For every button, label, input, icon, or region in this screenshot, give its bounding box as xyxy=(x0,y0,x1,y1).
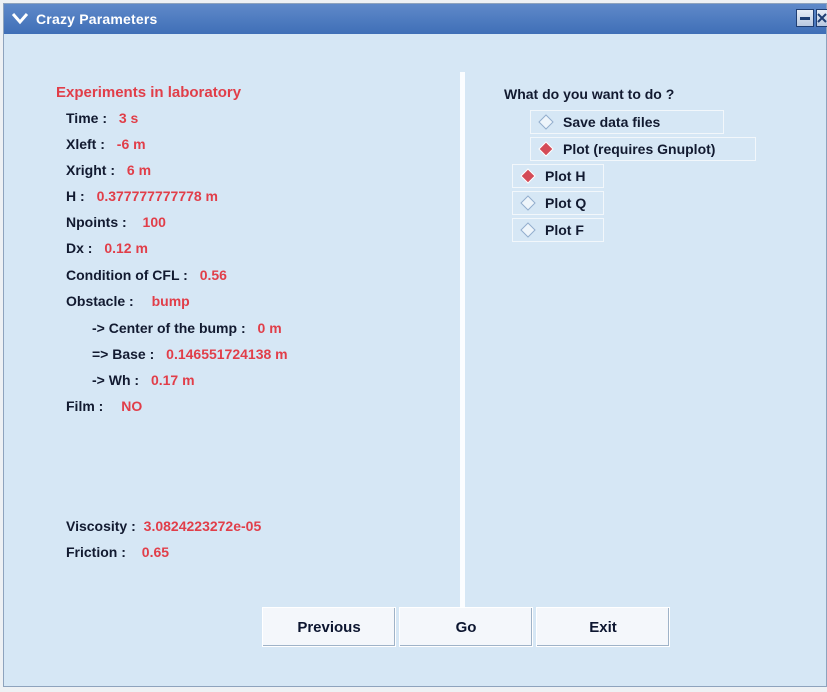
window-title: Crazy Parameters xyxy=(36,11,158,27)
cfl-label: Condition of CFL : xyxy=(66,267,188,283)
bump-center-value: 0 m xyxy=(257,320,282,336)
h-row: H : 0.377777777778 m xyxy=(66,188,218,204)
time-label: Time : xyxy=(66,110,107,126)
xleft-value: -6 m xyxy=(116,136,146,152)
previous-button[interactable]: Previous xyxy=(262,607,396,647)
npoints-row: Npoints : 100 xyxy=(66,214,166,230)
viscosity-row: Viscosity : 3.0824223272e-05 xyxy=(66,518,261,534)
crazy-parameters-window: Crazy Parameters Experiments in laborato… xyxy=(3,3,827,687)
plot-option[interactable]: Plot (requires Gnuplot) xyxy=(530,137,756,161)
h-label: H : xyxy=(66,188,85,204)
viscosity-value: 3.0824223272e-05 xyxy=(143,518,262,534)
xright-label: Xright : xyxy=(66,162,115,178)
wh-row: -> Wh : 0.17 m xyxy=(92,372,195,388)
dx-row: Dx : 0.12 m xyxy=(66,240,148,256)
radio-unselected-icon xyxy=(519,194,537,212)
plot-q-option[interactable]: Plot Q xyxy=(512,191,604,215)
plot-q-label: Plot Q xyxy=(545,195,587,211)
radio-unselected-icon xyxy=(537,113,555,131)
cfl-row: Condition of CFL : 0.56 xyxy=(66,267,227,283)
dx-value: 0.12 m xyxy=(104,240,148,256)
npoints-label: Npoints : xyxy=(66,214,127,230)
npoints-value: 100 xyxy=(142,214,166,230)
vertical-divider xyxy=(460,72,465,642)
viscosity-label: Viscosity : xyxy=(66,518,136,534)
close-button[interactable] xyxy=(816,9,827,27)
radio-selected-icon xyxy=(519,167,537,185)
bump-center-label: -> Center of the bump : xyxy=(92,320,246,336)
obstacle-value: bump xyxy=(151,293,190,309)
radio-unselected-icon xyxy=(519,221,537,239)
experiments-title: Experiments in laboratory xyxy=(56,84,241,101)
film-label: Film : xyxy=(66,398,104,414)
exit-button[interactable]: Exit xyxy=(536,607,670,647)
radio-selected-icon xyxy=(537,140,555,158)
h-value: 0.377777777778 m xyxy=(96,188,219,204)
time-row: Time : 3 s xyxy=(66,110,138,126)
obstacle-row: Obstacle : bump xyxy=(66,293,190,309)
friction-row: Friction : 0.65 xyxy=(66,544,169,560)
section-title: Experiments in laboratory xyxy=(56,84,242,101)
base-label: => Base : xyxy=(92,346,155,362)
base-row: => Base : 0.146551724138 m xyxy=(92,346,288,362)
plot-h-label: Plot H xyxy=(545,168,586,184)
minimize-button[interactable] xyxy=(796,9,814,27)
wh-label: -> Wh : xyxy=(92,372,140,388)
xright-row: Xright : 6 m xyxy=(66,162,151,178)
window-menu-icon[interactable] xyxy=(12,11,28,27)
xleft-label: Xleft : xyxy=(66,136,105,152)
plot-f-option[interactable]: Plot F xyxy=(512,218,604,242)
window-titlebar[interactable]: Crazy Parameters xyxy=(4,4,827,34)
save-data-files-option[interactable]: Save data files xyxy=(530,110,724,134)
plot-f-label: Plot F xyxy=(545,222,584,238)
content-area: Experiments in laboratory Time : 3 s Xle… xyxy=(4,34,826,686)
friction-value: 0.65 xyxy=(141,544,170,560)
action-question: What do you want to do ? xyxy=(504,86,675,102)
base-value: 0.146551724138 m xyxy=(166,346,288,362)
save-data-files-label: Save data files xyxy=(563,114,661,130)
cfl-value: 0.56 xyxy=(199,267,227,283)
plot-h-option[interactable]: Plot H xyxy=(512,164,604,188)
film-row: Film : NO xyxy=(66,398,142,414)
friction-label: Friction : xyxy=(66,544,126,560)
wh-value: 0.17 m xyxy=(150,372,195,388)
xright-value: 6 m xyxy=(126,162,152,178)
go-button[interactable]: Go xyxy=(399,607,533,647)
time-value: 3 s xyxy=(118,110,139,126)
xleft-row: Xleft : -6 m xyxy=(66,136,146,152)
dx-label: Dx : xyxy=(66,240,93,256)
bump-center-row: -> Center of the bump : 0 m xyxy=(92,320,282,336)
film-value: NO xyxy=(121,398,143,414)
plot-label: Plot (requires Gnuplot) xyxy=(563,141,716,157)
obstacle-label: Obstacle : xyxy=(66,293,134,309)
dialog-buttons: Previous Go Exit xyxy=(262,607,671,649)
